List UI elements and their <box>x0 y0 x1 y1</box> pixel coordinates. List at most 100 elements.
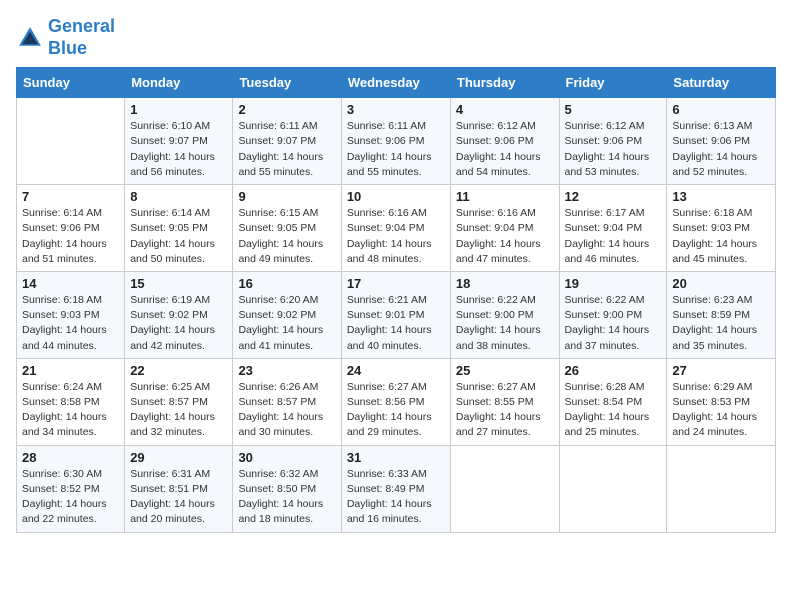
calendar-cell: 6 Sunrise: 6:13 AMSunset: 9:06 PMDaylight… <box>667 98 776 185</box>
day-number: 27 <box>672 363 770 378</box>
logo: General Blue <box>16 16 115 59</box>
day-number: 16 <box>238 276 335 291</box>
cell-info: Sunrise: 6:13 AMSunset: 9:06 PMDaylight:… <box>672 119 770 180</box>
calendar-cell: 11 Sunrise: 6:16 AMSunset: 9:04 PMDayligh… <box>450 185 559 272</box>
calendar-week-row: 7 Sunrise: 6:14 AMSunset: 9:06 PMDaylight… <box>17 185 776 272</box>
cell-info: Sunrise: 6:20 AMSunset: 9:02 PMDaylight:… <box>238 293 335 354</box>
calendar-cell <box>667 445 776 532</box>
cell-info: Sunrise: 6:27 AMSunset: 8:55 PMDaylight:… <box>456 380 554 441</box>
day-number: 25 <box>456 363 554 378</box>
calendar-cell: 10Sunrise: 6:16 AMSunset: 9:04 PMDayligh… <box>341 185 450 272</box>
cell-info: Sunrise: 6:29 AMSunset: 8:53 PMDaylight:… <box>672 380 770 441</box>
page-header: General Blue <box>16 16 776 59</box>
day-number: 9 <box>238 189 335 204</box>
cell-info: Sunrise: 6:33 AMSunset: 8:49 PMDaylight:… <box>347 467 445 528</box>
cell-info: Sunrise: 6:16 AMSunset: 9:04 PMDaylight:… <box>456 206 554 267</box>
cell-info: Sunrise: 6:22 AMSunset: 9:00 PMDaylight:… <box>565 293 662 354</box>
column-header-monday: Monday <box>125 68 233 98</box>
calendar-cell: 2 Sunrise: 6:11 AMSunset: 9:07 PMDaylight… <box>233 98 341 185</box>
day-number: 10 <box>347 189 445 204</box>
calendar-cell: 16 Sunrise: 6:20 AMSunset: 9:02 PMDayligh… <box>233 271 341 358</box>
calendar-cell: 21Sunrise: 6:24 AMSunset: 8:58 PMDayligh… <box>17 358 125 445</box>
day-number: 3 <box>347 102 445 117</box>
day-number: 31 <box>347 450 445 465</box>
day-number: 17 <box>347 276 445 291</box>
calendar-cell: 9 Sunrise: 6:15 AMSunset: 9:05 PMDaylight… <box>233 185 341 272</box>
calendar-cell: 22Sunrise: 6:25 AMSunset: 8:57 PMDayligh… <box>125 358 233 445</box>
cell-info: Sunrise: 6:11 AMSunset: 9:06 PMDaylight:… <box>347 119 445 180</box>
calendar-cell: 30Sunrise: 6:32 AMSunset: 8:50 PMDayligh… <box>233 445 341 532</box>
calendar-cell <box>450 445 559 532</box>
calendar-week-row: 14 Sunrise: 6:18 AMSunset: 9:03 PMDayligh… <box>17 271 776 358</box>
logo-icon <box>16 24 44 52</box>
column-header-thursday: Thursday <box>450 68 559 98</box>
calendar-cell: 14 Sunrise: 6:18 AMSunset: 9:03 PMDayligh… <box>17 271 125 358</box>
day-number: 29 <box>130 450 227 465</box>
cell-info: Sunrise: 6:30 AMSunset: 8:52 PMDaylight:… <box>22 467 119 528</box>
cell-info: Sunrise: 6:10 AMSunset: 9:07 PMDaylight:… <box>130 119 227 180</box>
day-number: 2 <box>238 102 335 117</box>
day-number: 1 <box>130 102 227 117</box>
calendar-cell: 15 Sunrise: 6:19 AMSunset: 9:02 PMDayligh… <box>125 271 233 358</box>
cell-info: Sunrise: 6:27 AMSunset: 8:56 PMDaylight:… <box>347 380 445 441</box>
column-header-wednesday: Wednesday <box>341 68 450 98</box>
day-number: 13 <box>672 189 770 204</box>
cell-info: Sunrise: 6:25 AMSunset: 8:57 PMDaylight:… <box>130 380 227 441</box>
cell-info: Sunrise: 6:31 AMSunset: 8:51 PMDaylight:… <box>130 467 227 528</box>
cell-info: Sunrise: 6:11 AMSunset: 9:07 PMDaylight:… <box>238 119 335 180</box>
day-number: 11 <box>456 189 554 204</box>
calendar-cell: 20 Sunrise: 6:23 AMSunset: 8:59 PMDayligh… <box>667 271 776 358</box>
calendar-cell: 13 Sunrise: 6:18 AMSunset: 9:03 PMDayligh… <box>667 185 776 272</box>
calendar-week-row: 21Sunrise: 6:24 AMSunset: 8:58 PMDayligh… <box>17 358 776 445</box>
calendar-cell: 26Sunrise: 6:28 AMSunset: 8:54 PMDayligh… <box>559 358 667 445</box>
calendar-cell: 27 Sunrise: 6:29 AMSunset: 8:53 PMDayligh… <box>667 358 776 445</box>
calendar-header-row: SundayMondayTuesdayWednesdayThursdayFrid… <box>17 68 776 98</box>
day-number: 7 <box>22 189 119 204</box>
calendar-cell <box>17 98 125 185</box>
calendar-cell: 18 Sunrise: 6:22 AMSunset: 9:00 PMDayligh… <box>450 271 559 358</box>
day-number: 4 <box>456 102 554 117</box>
calendar-cell: 29 Sunrise: 6:31 AMSunset: 8:51 PMDayligh… <box>125 445 233 532</box>
day-number: 5 <box>565 102 662 117</box>
calendar-cell: 28 Sunrise: 6:30 AMSunset: 8:52 PMDayligh… <box>17 445 125 532</box>
day-number: 23 <box>238 363 335 378</box>
calendar-cell: 7 Sunrise: 6:14 AMSunset: 9:06 PMDaylight… <box>17 185 125 272</box>
calendar-cell: 17 Sunrise: 6:21 AMSunset: 9:01 PMDayligh… <box>341 271 450 358</box>
logo-text: General Blue <box>48 16 115 59</box>
day-number: 8 <box>130 189 227 204</box>
day-number: 18 <box>456 276 554 291</box>
cell-info: Sunrise: 6:18 AMSunset: 9:03 PMDaylight:… <box>22 293 119 354</box>
calendar-cell <box>559 445 667 532</box>
cell-info: Sunrise: 6:23 AMSunset: 8:59 PMDaylight:… <box>672 293 770 354</box>
cell-info: Sunrise: 6:22 AMSunset: 9:00 PMDaylight:… <box>456 293 554 354</box>
cell-info: Sunrise: 6:17 AMSunset: 9:04 PMDaylight:… <box>565 206 662 267</box>
day-number: 30 <box>238 450 335 465</box>
calendar-cell: 4 Sunrise: 6:12 AMSunset: 9:06 PMDaylight… <box>450 98 559 185</box>
column-header-tuesday: Tuesday <box>233 68 341 98</box>
cell-info: Sunrise: 6:21 AMSunset: 9:01 PMDaylight:… <box>347 293 445 354</box>
calendar-cell: 19 Sunrise: 6:22 AMSunset: 9:00 PMDayligh… <box>559 271 667 358</box>
cell-info: Sunrise: 6:14 AMSunset: 9:05 PMDaylight:… <box>130 206 227 267</box>
calendar-cell: 24 Sunrise: 6:27 AMSunset: 8:56 PMDayligh… <box>341 358 450 445</box>
column-header-friday: Friday <box>559 68 667 98</box>
calendar-cell: 3 Sunrise: 6:11 AMSunset: 9:06 PMDaylight… <box>341 98 450 185</box>
day-number: 19 <box>565 276 662 291</box>
cell-info: Sunrise: 6:24 AMSunset: 8:58 PMDaylight:… <box>22 380 119 441</box>
cell-info: Sunrise: 6:14 AMSunset: 9:06 PMDaylight:… <box>22 206 119 267</box>
cell-info: Sunrise: 6:12 AMSunset: 9:06 PMDaylight:… <box>456 119 554 180</box>
day-number: 6 <box>672 102 770 117</box>
day-number: 15 <box>130 276 227 291</box>
cell-info: Sunrise: 6:15 AMSunset: 9:05 PMDaylight:… <box>238 206 335 267</box>
day-number: 20 <box>672 276 770 291</box>
calendar-table: SundayMondayTuesdayWednesdayThursdayFrid… <box>16 67 776 532</box>
calendar-cell: 1 Sunrise: 6:10 AMSunset: 9:07 PMDaylight… <box>125 98 233 185</box>
day-number: 14 <box>22 276 119 291</box>
day-number: 28 <box>22 450 119 465</box>
cell-info: Sunrise: 6:19 AMSunset: 9:02 PMDaylight:… <box>130 293 227 354</box>
column-header-sunday: Sunday <box>17 68 125 98</box>
calendar-cell: 23Sunrise: 6:26 AMSunset: 8:57 PMDayligh… <box>233 358 341 445</box>
day-number: 24 <box>347 363 445 378</box>
cell-info: Sunrise: 6:18 AMSunset: 9:03 PMDaylight:… <box>672 206 770 267</box>
calendar-week-row: 1 Sunrise: 6:10 AMSunset: 9:07 PMDaylight… <box>17 98 776 185</box>
cell-info: Sunrise: 6:28 AMSunset: 8:54 PMDaylight:… <box>565 380 662 441</box>
